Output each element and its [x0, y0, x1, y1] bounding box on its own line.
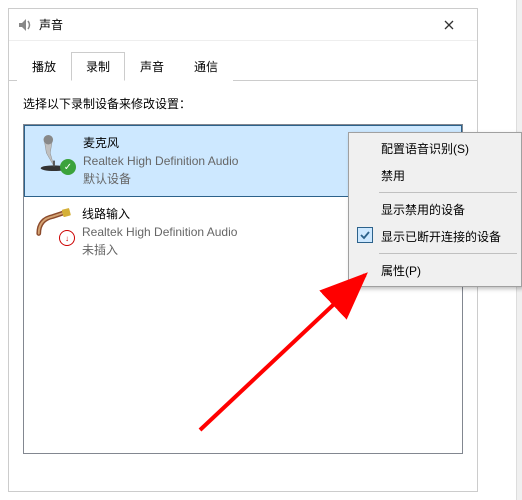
close-button[interactable] — [429, 10, 469, 40]
instruction-text: 选择以下录制设备来修改设置： — [23, 95, 463, 112]
window-title: 声音 — [39, 16, 429, 33]
menu-label: 显示已断开连接的设备 — [381, 230, 501, 244]
tab-sounds[interactable]: 声音 — [125, 52, 179, 81]
device-status: 未插入 — [82, 241, 237, 259]
menu-separator — [379, 192, 517, 193]
tab-playback[interactable]: 播放 — [17, 52, 71, 81]
line-in-icon: ↓ — [34, 205, 72, 243]
unplugged-badge-icon: ↓ — [59, 230, 75, 246]
device-name: 线路输入 — [82, 205, 237, 223]
menu-disable[interactable]: 禁用 — [351, 162, 519, 189]
tab-strip: 播放 录制 声音 通信 — [9, 43, 477, 81]
sound-icon — [17, 17, 33, 33]
device-description: Realtek High Definition Audio — [83, 152, 238, 170]
microphone-icon: ✓ — [35, 134, 73, 172]
menu-separator — [379, 253, 517, 254]
device-status: 默认设备 — [83, 170, 238, 188]
device-info: 麦克风 Realtek High Definition Audio 默认设备 — [83, 134, 238, 188]
tab-recording[interactable]: 录制 — [71, 52, 125, 81]
menu-properties[interactable]: 属性(P) — [351, 257, 519, 284]
device-description: Realtek High Definition Audio — [82, 223, 237, 241]
device-name: 麦克风 — [83, 134, 238, 152]
menu-show-disabled[interactable]: 显示禁用的设备 — [351, 196, 519, 223]
titlebar: 声音 — [9, 9, 477, 41]
device-context-menu: 配置语音识别(S) 禁用 显示禁用的设备 显示已断开连接的设备 属性(P) — [348, 132, 522, 287]
tab-communications[interactable]: 通信 — [179, 52, 233, 81]
menu-show-disconnected[interactable]: 显示已断开连接的设备 — [351, 223, 519, 250]
menu-configure-speech[interactable]: 配置语音识别(S) — [351, 135, 519, 162]
default-badge-icon: ✓ — [60, 159, 76, 175]
device-info: 线路输入 Realtek High Definition Audio 未插入 — [82, 205, 237, 259]
check-icon — [357, 227, 373, 243]
